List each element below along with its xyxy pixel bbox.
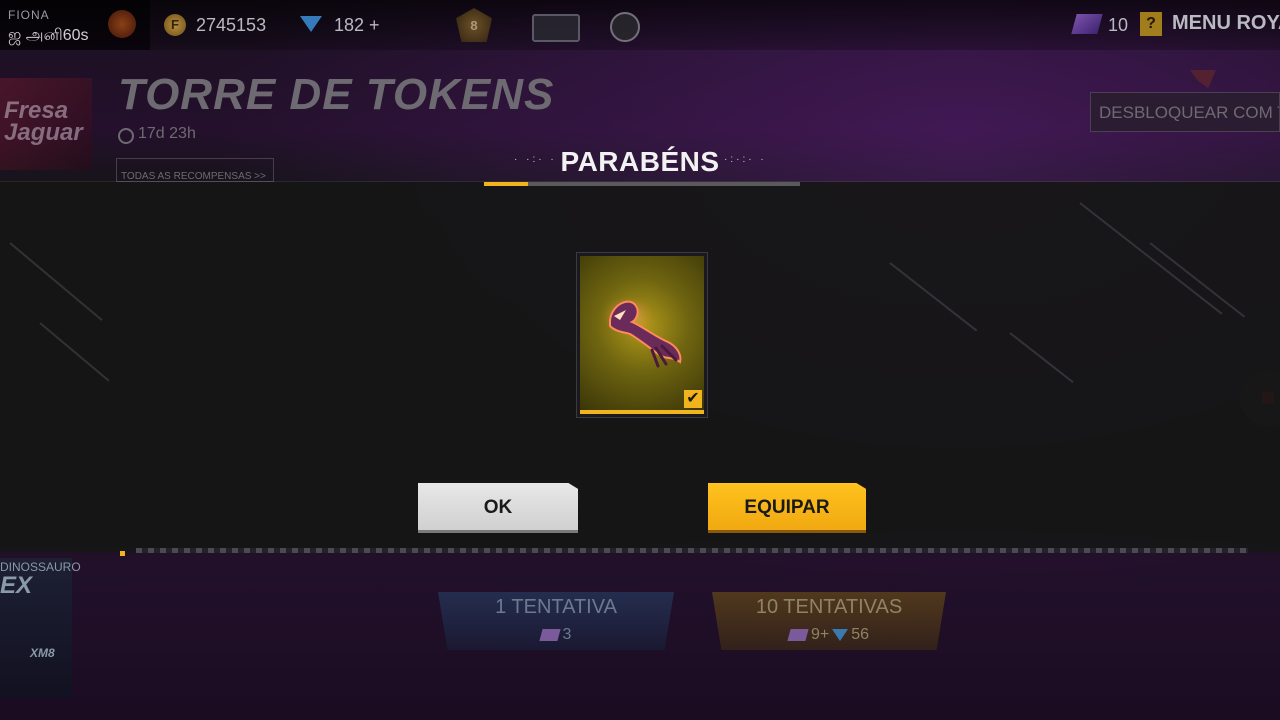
modal-bottom-dot — [120, 551, 125, 556]
player-name: ஜ அனி60s — [8, 27, 89, 44]
title-sparkle-right-icon: ·:·:· · — [724, 154, 767, 165]
modal-title-underline — [484, 182, 800, 186]
modal-bottom-hatch — [136, 548, 1248, 553]
event-title: TORRE DE TOKENS — [118, 70, 555, 119]
menu-royale-button[interactable]: MENU ROYALE — [1172, 12, 1280, 35]
single-spin-button[interactable]: 1 TENTATIVA 3 — [438, 592, 674, 650]
cost-plus: + — [819, 626, 830, 643]
diamond-icon — [300, 16, 322, 32]
top-bar: FIONA ஜ அனி60s F 2745153 182 + 8 10 ? ME… — [0, 0, 1280, 50]
single-spin-cost-value: 3 — [562, 626, 572, 643]
player-tag: FIONA — [8, 8, 50, 22]
clock-icon — [118, 128, 134, 144]
ten-spin-token-cost: 9 — [810, 626, 820, 643]
ok-button-shadow — [418, 530, 578, 533]
player-card[interactable]: FIONA ஜ அனி60s — [0, 0, 150, 50]
decor-streak — [39, 322, 110, 382]
creature-emote-icon — [602, 296, 682, 368]
help-icon[interactable]: ? — [1140, 12, 1162, 36]
diamond-balance[interactable]: 182 + — [334, 15, 380, 36]
guild-icon[interactable] — [610, 12, 640, 42]
decor-streak — [1009, 332, 1074, 384]
ok-button[interactable]: OK — [418, 483, 578, 532]
diamond-icon — [832, 628, 849, 641]
coin-balance: 2745153 — [196, 15, 267, 35]
unlock-with-tokens-button[interactable]: DESBLOQUEAR COM TOKENS — [1090, 92, 1280, 132]
equip-button-shadow — [708, 530, 866, 533]
decor-streak — [889, 262, 978, 332]
decor-streak — [1079, 202, 1223, 315]
rank-badge-icon[interactable]: 8 — [456, 8, 492, 42]
decor-streak — [1149, 242, 1246, 318]
side-promo-sub: XM8 — [30, 646, 55, 660]
modal-title-underline-accent — [484, 182, 528, 186]
side-promo-ex: EX — [0, 572, 33, 599]
equip-button[interactable]: EQUIPAR — [708, 483, 866, 532]
membership-card-icon[interactable] — [532, 14, 580, 42]
fire-badge-icon — [108, 10, 136, 38]
token-icon — [787, 628, 809, 641]
ten-spin-label: 10 TENTATIVAS — [755, 596, 903, 618]
all-rewards-link[interactable]: TODAS AS RECOMPENSAS >> — [116, 158, 274, 182]
gold-coin-icon: F — [164, 14, 186, 36]
ten-spin-diamond-cost: 56 — [851, 626, 870, 643]
ten-spin-cost: 9+ 56 — [712, 626, 946, 644]
token-count: 10 — [1108, 15, 1129, 35]
single-spin-label: 1 TENTATIVA — [495, 596, 617, 618]
ten-spin-button[interactable]: 10 TENTATIVAS 9+ 56 — [712, 592, 946, 650]
event-logo-art-icon: Fresa Jaguar — [4, 97, 83, 146]
reward-card-bar — [580, 410, 704, 414]
token-icon — [1071, 14, 1103, 34]
decor-streak — [9, 242, 103, 321]
checkmark-icon: ✔ — [684, 390, 702, 408]
event-timer: 17d 23h — [138, 125, 196, 142]
single-spin-cost: 3 — [438, 626, 674, 644]
token-icon — [538, 628, 561, 641]
